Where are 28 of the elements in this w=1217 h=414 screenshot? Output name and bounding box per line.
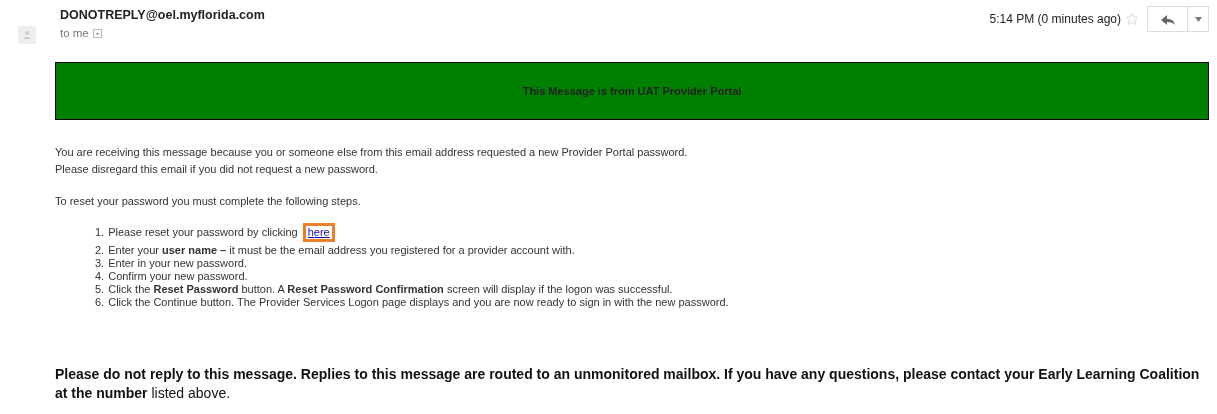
step-number: 2. (95, 243, 105, 257)
body-text: To reset your password you must complete the following steps. (55, 194, 362, 209)
reply-arrow-icon (1160, 14, 1175, 25)
step-text: Enter your user name – it must be the email address you registered for a provider account with. (108, 243, 575, 257)
body-text: You are receiving this message because you or someone else from this email address requested a new Provider Portal password. (55, 145, 689, 160)
recipient-dropdown-icon[interactable] (92, 28, 102, 38)
message-time: 5:14 PM (0 minutes ago) (989, 11, 1121, 28)
body-text: Please disregard this email if you did not request a new password. (55, 161, 379, 177)
step-number: 6. (95, 295, 105, 309)
avatar-icon (18, 26, 36, 44)
step-text: Enter in your new password. (108, 256, 247, 270)
step-number: 1. (95, 225, 105, 239)
star-icon[interactable] (1125, 12, 1139, 26)
here-link[interactable]: here (307, 225, 330, 238)
caret-icon (1194, 17, 1202, 23)
recipient-label: to me (60, 25, 89, 41)
step-number: 3. (95, 256, 105, 270)
more-button[interactable] (1187, 6, 1209, 32)
step-number: 4. (95, 269, 105, 283)
footer-notice: Please do not reply to this message. Replies to this message are routed to an unmonitored mailbox. If you have any questions, please contact your Early Learning Coalition at the number listed above. (55, 364, 1201, 403)
step-text: Confirm your new password. (108, 269, 248, 283)
step-number: 5. (95, 282, 105, 296)
sender-address: DONOTREPLY@oel.myflorida.com (60, 7, 266, 24)
banner-text: This Message is from UAT Provider Portal (522, 83, 742, 99)
step-text: Click the Continue button. The Provider Services Logon page displays and you are now ready to sign in with the new password. (108, 295, 729, 309)
step-text: Click the Reset Password button. A Reset Password Confirmation screen will display if the logon was successful. (108, 282, 673, 296)
reply-button[interactable] (1147, 6, 1187, 32)
step-text: Please reset your password by clicking (108, 225, 298, 239)
